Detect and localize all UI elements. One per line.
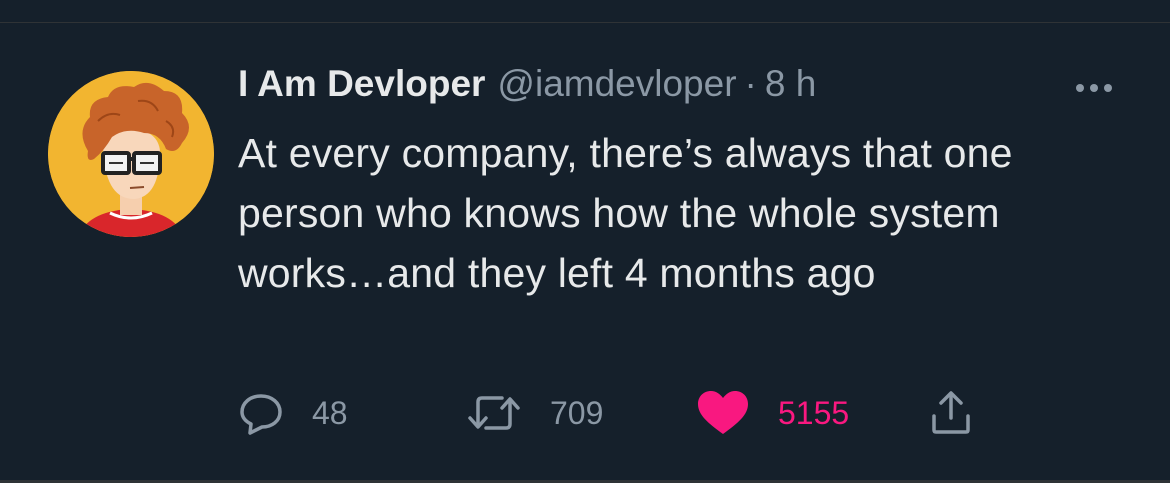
- like-button[interactable]: 5155: [696, 388, 849, 438]
- reply-bubble-icon: [240, 394, 282, 435]
- retweet-count: 709: [550, 394, 604, 431]
- heart-icon: [698, 391, 748, 434]
- more-dots-icon: [1076, 84, 1112, 92]
- retweet-icon: [468, 396, 520, 430]
- share-upload-icon: [932, 391, 970, 434]
- like-count: 5155: [778, 394, 850, 431]
- user-handle[interactable]: @iamdevloper: [497, 63, 736, 105]
- avatar[interactable]: [48, 71, 214, 237]
- tweet-text: At every company, there’s always that on…: [238, 130, 1013, 296]
- reply-button[interactable]: 48: [238, 388, 348, 438]
- tweet-actions: 48 709 5155: [238, 388, 998, 438]
- reply-count: 48: [312, 394, 348, 431]
- avatar-illustration: [48, 71, 214, 237]
- tweet-card[interactable]: I Am Devloper @iamdevloper · 8 h At ever…: [0, 23, 1170, 480]
- top-divider: [0, 0, 1170, 23]
- share-button[interactable]: [928, 388, 974, 438]
- timestamp[interactable]: 8 h: [765, 63, 816, 105]
- display-name[interactable]: I Am Devloper: [238, 63, 485, 105]
- header-separator: ·: [744, 63, 757, 104]
- retweet-button[interactable]: 709: [466, 388, 603, 438]
- tweet-header: I Am Devloper @iamdevloper · 8 h: [238, 63, 816, 107]
- more-options-button[interactable]: [1070, 73, 1118, 103]
